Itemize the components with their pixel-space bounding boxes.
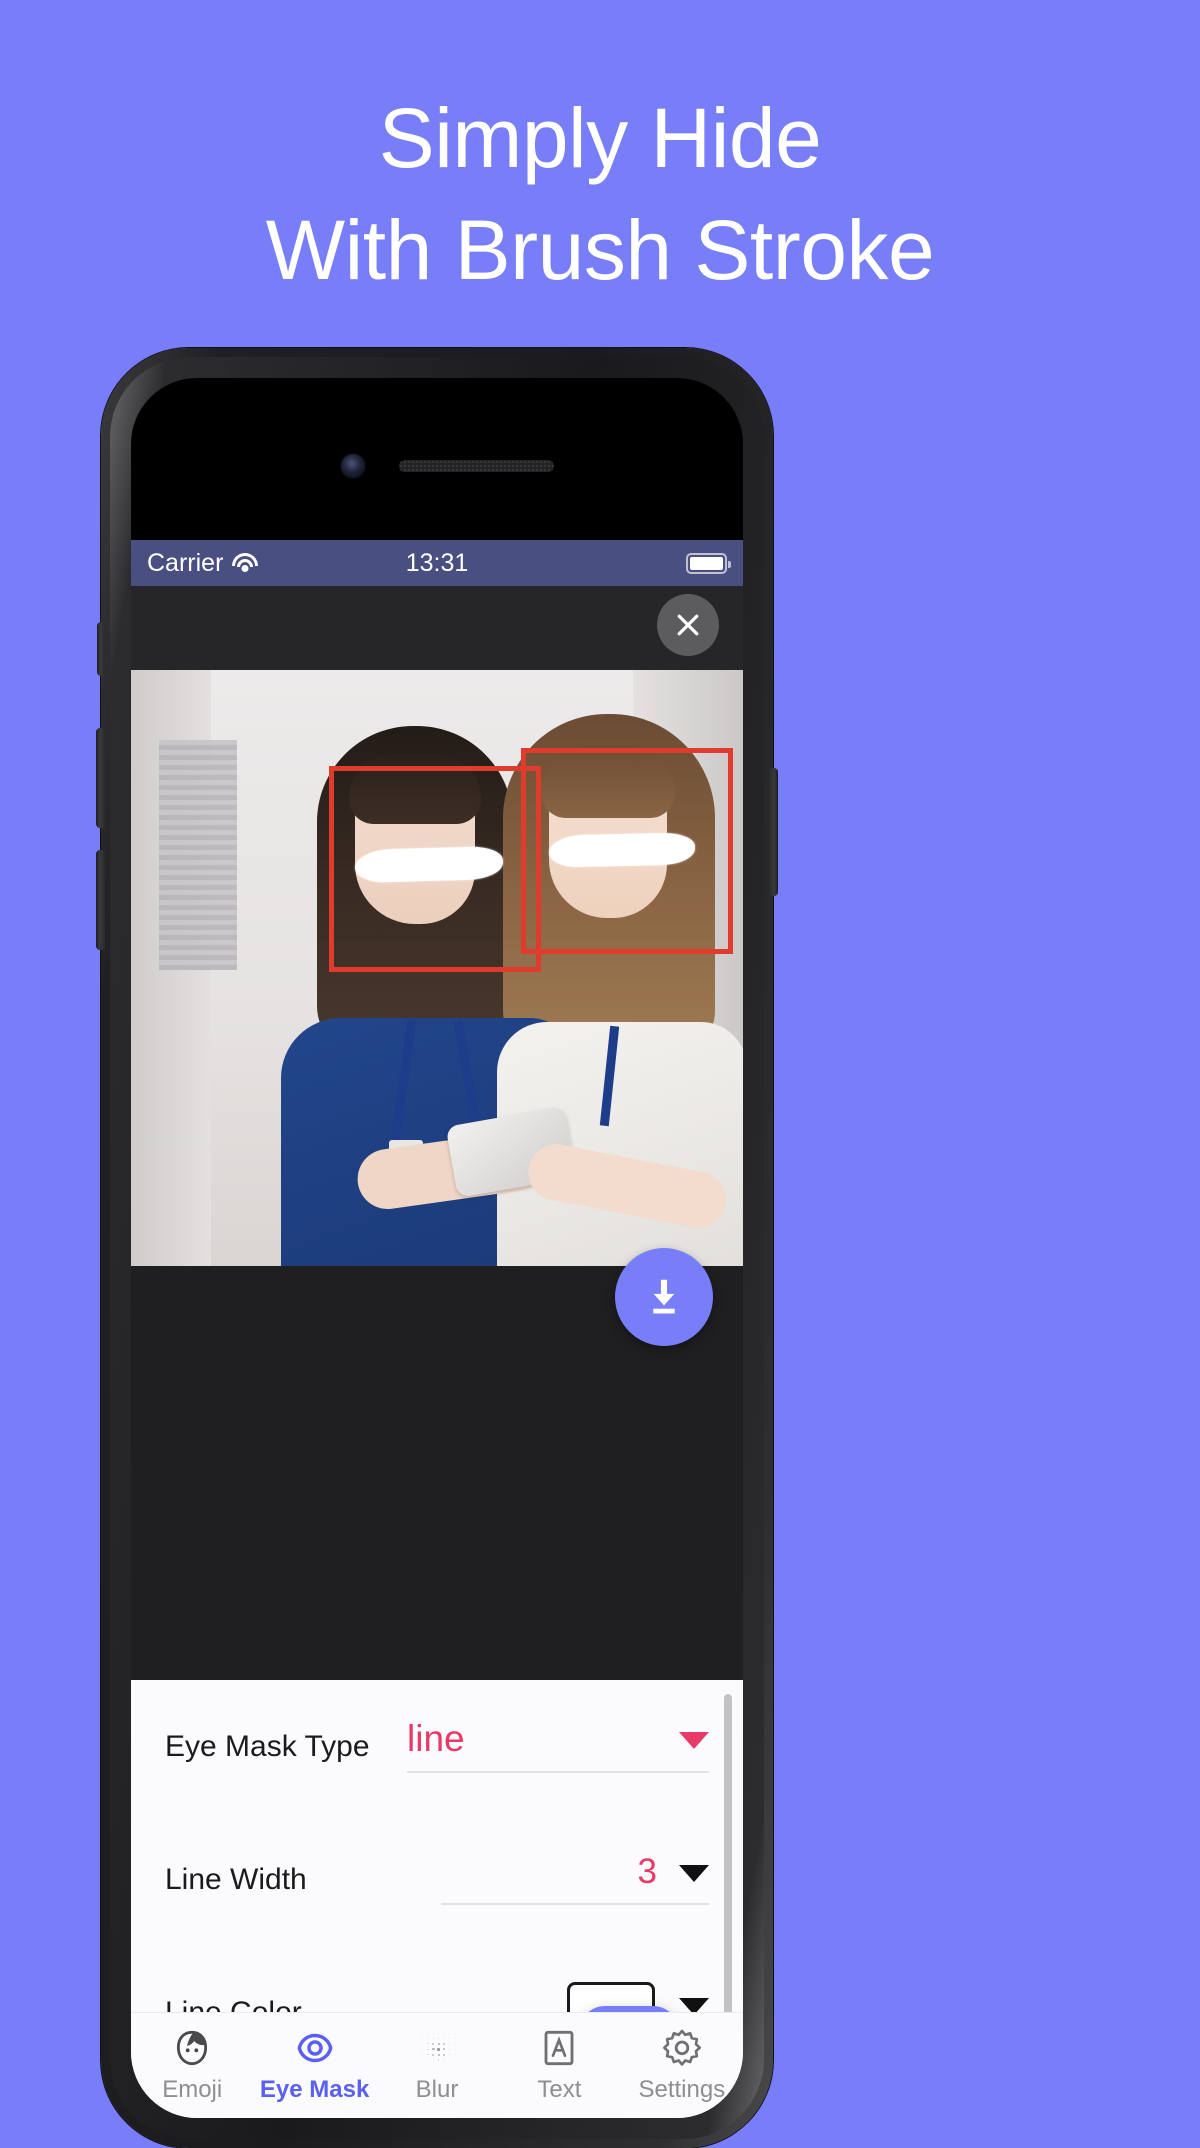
eye-mask-type-dropdown[interactable]: line [407,1720,709,1773]
text-a-icon [545,2030,574,2065]
carrier-label: Carrier [147,548,224,577]
bottom-tab-bar: Emoji Eye Mask Blur Text Settings [131,2012,743,2118]
chevron-down-icon [679,1731,709,1749]
tab-emoji[interactable]: Emoji [131,2013,253,2118]
tab-settings[interactable]: Settings [621,2013,743,2118]
volume-up-button[interactable] [96,728,105,828]
eye-mask-type-value: line [407,1718,465,1759]
earpiece-speaker [399,460,554,472]
tab-blur[interactable]: Blur [376,2013,498,2118]
status-bar-left: Carrier [147,548,259,578]
close-icon [677,614,699,636]
page-title: Simply Hide With Brush Stroke [265,91,935,297]
photo-canvas[interactable] [131,670,743,1266]
status-bar-right [686,552,731,574]
setting-label: Eye Mask Type [165,1729,370,1763]
tab-text[interactable]: Text [498,2013,620,2118]
battery-full-icon [686,552,731,574]
emoji-face-icon [177,2030,208,2065]
setting-label: Line Width [165,1862,307,1896]
line-width-dropdown[interactable]: 3 [441,1854,709,1905]
chevron-down-icon [679,1864,709,1882]
blur-dots-icon [417,2028,457,2068]
phone-hardware-row [131,454,743,478]
status-bar: Carrier 13:31 [131,540,743,586]
mute-switch[interactable] [97,622,105,676]
canvas-footer [131,1248,743,1378]
wifi-icon [232,553,259,573]
gear-icon [662,2029,701,2066]
download-icon [653,1279,675,1314]
close-button[interactable] [657,594,719,656]
eye-icon [297,2033,333,2062]
tab-label: Emoji [162,2075,223,2103]
eye-mask-stroke[interactable] [354,845,504,884]
download-button[interactable] [615,1248,713,1346]
phone-bezel: Carrier 13:31 Eye Mask Type line Line Wi… [110,357,764,2139]
front-camera-icon [341,454,365,478]
phone-device-frame: Carrier 13:31 Eye Mask Type line Line Wi… [96,348,778,2148]
tab-label: Text [537,2075,582,2103]
line-width-value: 3 [637,1852,657,1891]
power-button[interactable] [769,768,778,896]
volume-down-button[interactable] [96,850,105,950]
eye-mask-stroke[interactable] [548,832,696,868]
tab-label: Blur [415,2075,459,2103]
app-viewport: Carrier 13:31 [131,540,743,1680]
tab-eye-mask[interactable]: Eye Mask [253,2013,375,2118]
setting-row-eye-mask-type: Eye Mask Type line [165,1680,709,1813]
phone-screen: Carrier 13:31 Eye Mask Type line Line Wi… [131,378,743,2118]
photo-window-blind [159,740,237,970]
editor-toolbar [131,586,743,670]
setting-row-line-width: Line Width 3 [165,1813,709,1946]
tab-label: Eye Mask [259,2075,370,2103]
tab-label: Settings [638,2075,726,2103]
